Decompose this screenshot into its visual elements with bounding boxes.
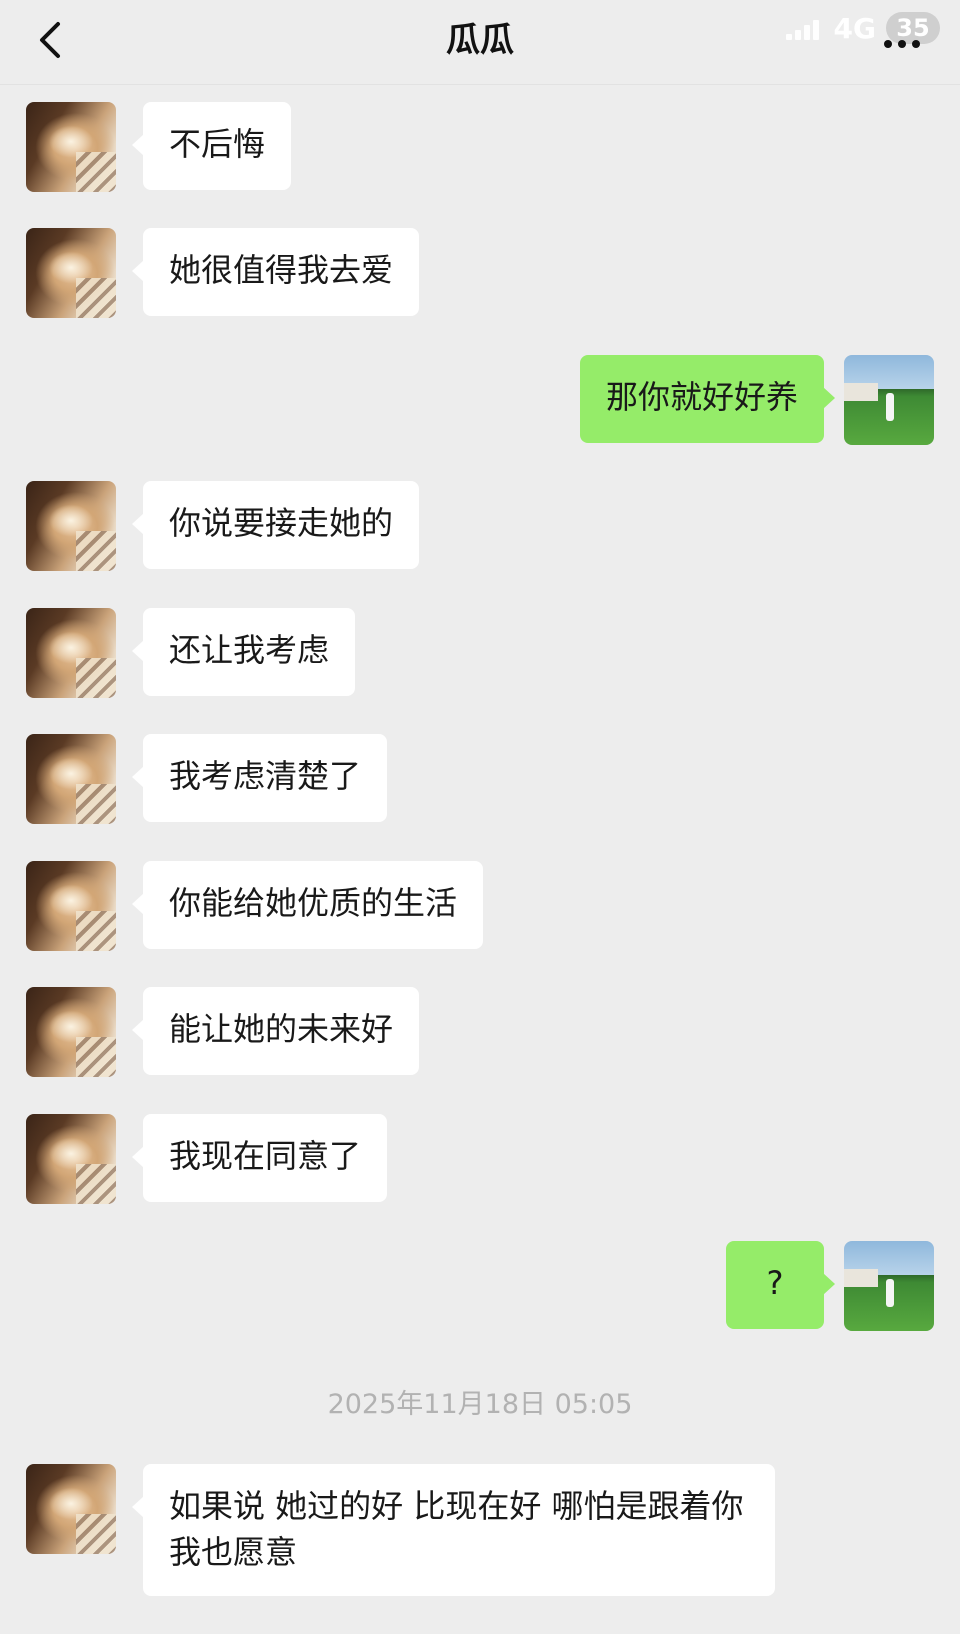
contact-avatar[interactable] <box>26 102 116 192</box>
contact-avatar[interactable] <box>26 987 116 1077</box>
contact-avatar[interactable] <box>26 1464 116 1554</box>
incoming-message-bubble[interactable]: 她很值得我去爱 <box>131 228 420 316</box>
incoming-message-bubble[interactable]: 你说要接走她的 <box>131 481 420 569</box>
incoming-message-bubble[interactable]: 我考虑清楚了 <box>131 734 388 822</box>
self-avatar[interactable] <box>844 355 934 445</box>
contact-avatar[interactable] <box>26 734 116 824</box>
contact-avatar[interactable] <box>26 1114 116 1204</box>
outgoing-message-bubble[interactable]: 那你就好好养 <box>579 355 836 443</box>
contact-avatar[interactable] <box>26 481 116 571</box>
incoming-message-bubble[interactable]: 如果说 她过的好 比现在好 哪怕是跟着你 我也愿意 <box>132 1464 775 1596</box>
network-label: 4G <box>833 11 876 45</box>
contact-avatar[interactable] <box>26 861 116 951</box>
outgoing-message-bubble[interactable]: ? <box>726 1241 835 1329</box>
incoming-message-bubble[interactable]: 还让我考虑 <box>131 608 356 696</box>
contact-avatar[interactable] <box>26 608 116 698</box>
self-avatar[interactable] <box>844 1241 934 1331</box>
chat-header: 瓜瓜 4G 35 <box>0 0 960 85</box>
more-options-icon[interactable] <box>884 36 930 52</box>
signal-icon <box>785 16 824 40</box>
incoming-message-bubble[interactable]: 不后悔 <box>131 102 292 190</box>
message-timestamp: 2025年11月18日 05:05 <box>327 1389 633 1420</box>
incoming-message-bubble[interactable]: 能让她的未来好 <box>131 987 420 1075</box>
incoming-message-bubble[interactable]: 你能给她优质的生活 <box>131 861 484 949</box>
contact-avatar[interactable] <box>26 228 116 318</box>
incoming-message-bubble[interactable]: 我现在同意了 <box>131 1114 388 1202</box>
